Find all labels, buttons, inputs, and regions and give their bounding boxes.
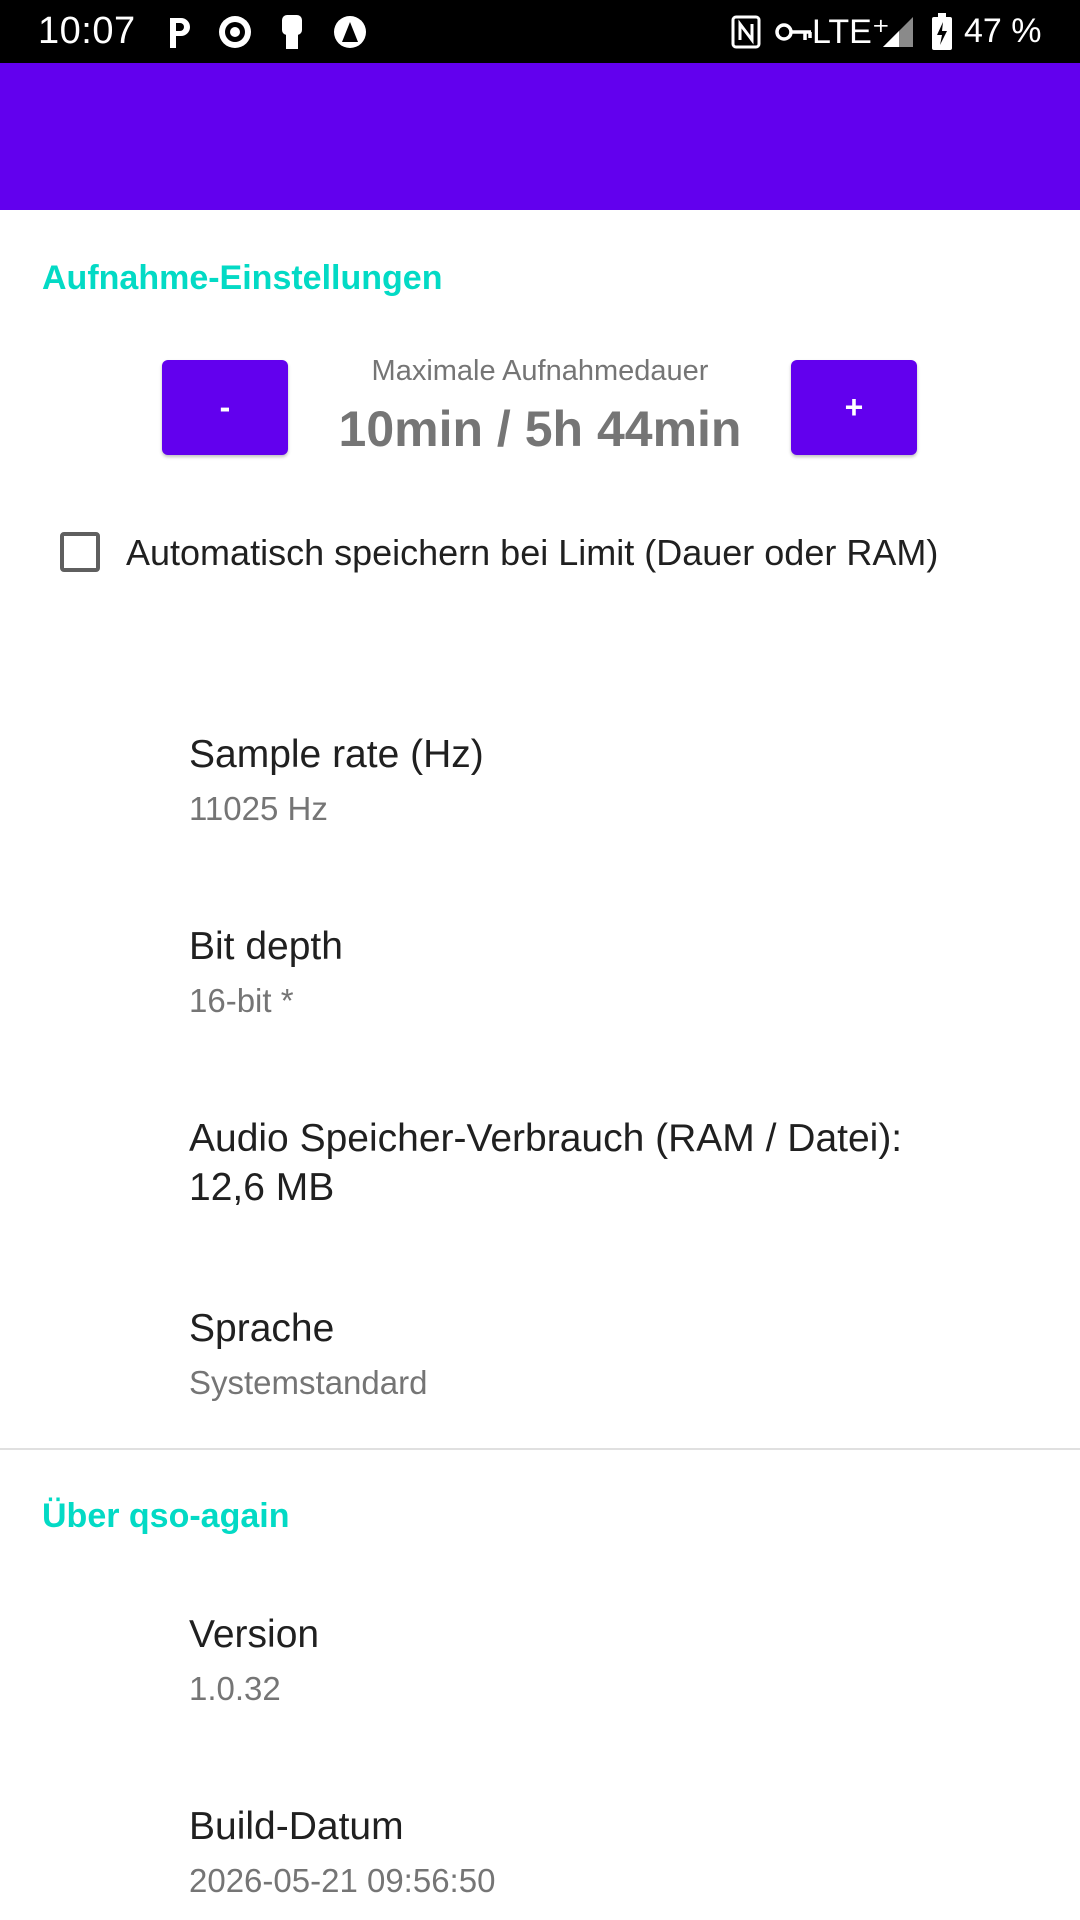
pref-language-title: Sprache — [189, 1307, 335, 1350]
status-bar: 10:07 LTE⁺ 47 % — [0, 0, 1080, 63]
battery-percent: 47 % — [964, 12, 1042, 50]
autosave-label[interactable]: Automatisch speichern bei Limit (Dauer o… — [126, 532, 938, 574]
notification-icon — [215, 12, 255, 52]
pref-sample-rate-title: Sample rate (Hz) — [189, 733, 484, 776]
pref-version-title: Version — [189, 1613, 320, 1656]
vpn-key-icon — [774, 12, 814, 52]
signal-icon — [878, 12, 918, 52]
status-time: 10:07 — [38, 10, 136, 52]
battery-icon — [922, 12, 962, 52]
pref-memory-value: 12,6 MB — [189, 1166, 335, 1209]
pref-build-date-summary: 2026-05-21 09:56:50 — [189, 1862, 496, 1899]
app-bar — [0, 63, 1080, 210]
max-duration-value: 10min / 5h 44min — [338, 401, 742, 457]
increase-duration-button[interactable]: + — [791, 360, 917, 455]
pref-bit-depth-title: Bit depth — [189, 925, 343, 968]
decrease-duration-button[interactable]: - — [162, 360, 288, 455]
pref-build-date-title: Build-Datum — [189, 1805, 404, 1848]
app-icon — [330, 12, 370, 52]
section-header-about: Über qso-again — [42, 1497, 290, 1535]
section-divider — [0, 1448, 1080, 1450]
pref-memory-title: Audio Speicher-Verbrauch (RAM / Datei): — [189, 1117, 903, 1160]
max-duration-label: Maximale Aufnahmedauer — [371, 355, 709, 387]
hand-icon — [272, 12, 312, 52]
nfc-icon — [726, 12, 766, 52]
pref-sample-rate-summary: 11025 Hz — [189, 790, 328, 827]
parking-icon — [160, 12, 200, 52]
autosave-checkbox[interactable] — [60, 532, 100, 572]
pref-bit-depth-summary: 16-bit * — [189, 982, 294, 1019]
section-header-recording: Aufnahme-Einstellungen — [42, 259, 443, 297]
pref-language-summary: Systemstandard — [189, 1364, 428, 1401]
pref-version-summary: 1.0.32 — [189, 1670, 281, 1707]
